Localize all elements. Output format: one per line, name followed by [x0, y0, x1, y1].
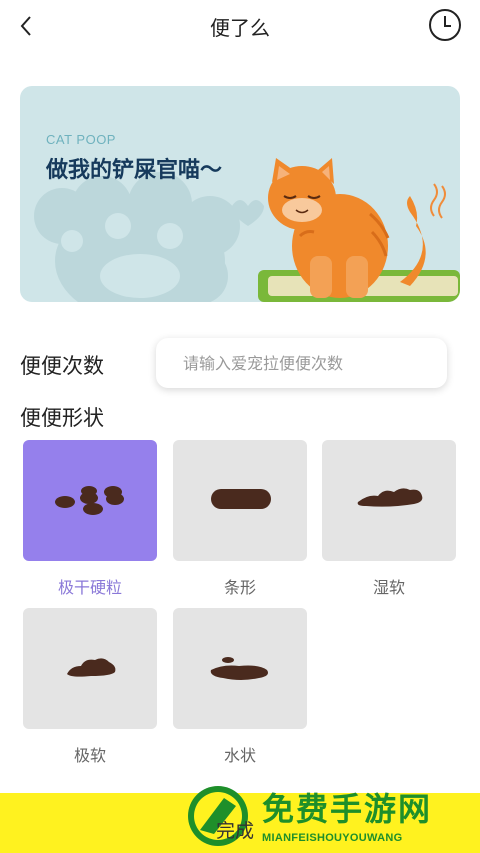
page-title: 便了么: [210, 16, 270, 40]
shape-option-strip[interactable]: [173, 440, 307, 561]
shape-option-hard-pellets[interactable]: [23, 440, 157, 561]
count-label: 便便次数: [20, 354, 104, 378]
shape-option-label: 水状: [223, 746, 256, 765]
cat-illustration: [34, 158, 460, 302]
clock-icon[interactable]: [428, 8, 462, 42]
shape-option-soft[interactable]: [322, 440, 456, 561]
watermark-title: 免费手游网: [262, 790, 433, 828]
banner-title: 做我的铲屎官喵～: [46, 158, 223, 183]
shape-option-label: 湿软: [372, 578, 405, 597]
soft-icon: [357, 488, 423, 507]
banner-subtitle: CAT POOP: [46, 132, 116, 147]
hard-pellets-icon: [55, 486, 124, 515]
top-bar: 便了么: [0, 0, 480, 52]
strip-icon: [211, 489, 271, 509]
count-input[interactable]: [156, 338, 447, 388]
shape-option-very-soft[interactable]: [23, 608, 157, 729]
shape-option-label: 极干硬粒: [57, 578, 122, 597]
finish-button[interactable]: 完成: [216, 816, 254, 843]
shape-label: 便便形状: [20, 406, 104, 430]
shape-option-label: 极软: [73, 746, 106, 765]
banner: CAT POOP 做我的铲屎官喵～: [20, 86, 460, 302]
watery-icon: [210, 657, 268, 680]
shape-option-label: 条形: [223, 578, 256, 597]
watermark-subtitle: MIANFEISHOUYOUWANG: [262, 832, 403, 844]
very-soft-icon: [67, 658, 116, 677]
shape-option-watery[interactable]: [173, 608, 307, 729]
